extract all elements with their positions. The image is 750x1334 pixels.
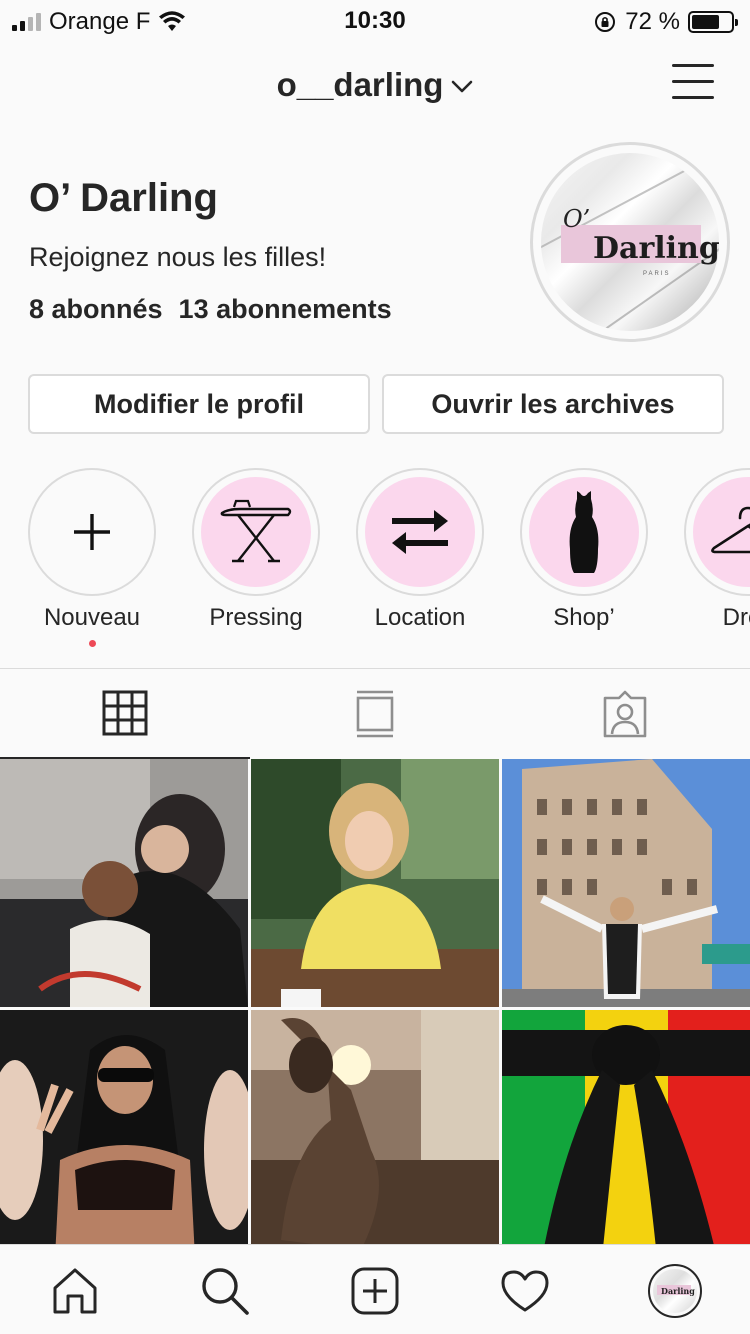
nav-home[interactable] [45, 1261, 105, 1321]
tagged-person-icon [603, 690, 647, 738]
photo-5 [251, 1010, 499, 1245]
username-label: o__darling [276, 66, 444, 103]
profile-avatar[interactable]: O’ Darling PARIS [530, 142, 730, 342]
tab-feed[interactable] [250, 669, 500, 759]
post-thumbnail[interactable] [0, 1010, 248, 1245]
followers-count[interactable]: 8 abonnés [29, 294, 163, 324]
highlight-label: Dres [722, 604, 750, 631]
profile-name: O’ Darling [29, 176, 218, 220]
nav-avatar-logo: Darling [661, 1286, 695, 1296]
photo-2 [251, 759, 499, 1007]
highlight-new[interactable]: Nouveau [28, 468, 156, 647]
photo-3 [502, 759, 750, 1007]
profile-tabs [0, 668, 750, 759]
story-highlights: Nouveau Pressing Location Shop’ Dr [0, 468, 750, 658]
highlight-dressing[interactable]: Dres [684, 468, 750, 632]
hanger-icon [711, 506, 750, 554]
tab-tagged[interactable] [500, 669, 750, 759]
chevron-down-icon [452, 80, 473, 93]
dress-icon [569, 491, 599, 573]
avatar-image: O’ Darling PARIS [541, 153, 719, 331]
profile-avatar-icon: Darling [648, 1264, 702, 1318]
username-switcher[interactable]: o__darling [0, 66, 750, 104]
nav-profile[interactable]: Darling [645, 1261, 705, 1321]
post-thumbnail[interactable] [251, 1010, 499, 1245]
post-thumbnail[interactable] [502, 759, 750, 1007]
nav-search[interactable] [195, 1261, 255, 1321]
swap-arrows-icon [392, 510, 448, 554]
highlight-location[interactable]: Location [356, 468, 484, 632]
hamburger-menu-icon [672, 64, 714, 67]
search-icon [202, 1268, 249, 1315]
open-archives-button[interactable]: Ouvrir les archives [382, 374, 724, 434]
notification-dot [88, 640, 96, 647]
photo-6 [502, 1010, 750, 1245]
highlight-label: Nouveau [43, 604, 141, 631]
logo-subtext: PARIS [643, 271, 671, 277]
status-bar: Orange F 10:30 72 % [0, 0, 750, 42]
highlight-shop[interactable]: Shop’ [520, 468, 648, 632]
photo-4 [0, 1010, 248, 1245]
photo-1 [0, 759, 248, 1007]
feed-icon [356, 690, 394, 738]
home-icon [53, 1268, 97, 1314]
orientation-lock-icon [595, 12, 616, 32]
menu-button[interactable] [672, 64, 714, 100]
nav-activity[interactable] [495, 1261, 555, 1321]
logo-prefix: O’ [563, 205, 591, 233]
battery-fill [692, 15, 720, 29]
grid-icon [102, 690, 148, 736]
profile-bio: Rejoignez nous les filles! [29, 242, 327, 272]
add-post-icon [351, 1267, 399, 1315]
highlight-label: Pressing [209, 604, 303, 631]
tab-grid[interactable] [0, 669, 250, 759]
post-thumbnail[interactable] [0, 759, 248, 1007]
bottom-nav: Darling [0, 1244, 750, 1334]
highlight-label: Location [374, 604, 466, 631]
edit-profile-button[interactable]: Modifier le profil [28, 374, 370, 434]
post-thumbnail[interactable] [502, 1010, 750, 1245]
posts-grid [0, 759, 750, 1245]
ironing-board-icon [220, 499, 292, 563]
battery-icon [688, 11, 738, 33]
highlight-label: Shop’ [553, 604, 615, 631]
profile-header: o__darling [0, 58, 750, 114]
heart-icon [501, 1270, 549, 1312]
nav-new-post[interactable] [345, 1261, 405, 1321]
battery-percent: 72 % [625, 8, 680, 35]
plus-icon [74, 514, 110, 550]
post-thumbnail[interactable] [251, 759, 499, 1007]
following-count[interactable]: 13 abonnements [179, 294, 392, 324]
profile-stats: 8 abonnés 13 abonnements [29, 294, 392, 325]
logo-text: Darling [593, 231, 719, 266]
highlight-pressing[interactable]: Pressing [192, 468, 320, 632]
status-right: 72 % [593, 8, 738, 36]
